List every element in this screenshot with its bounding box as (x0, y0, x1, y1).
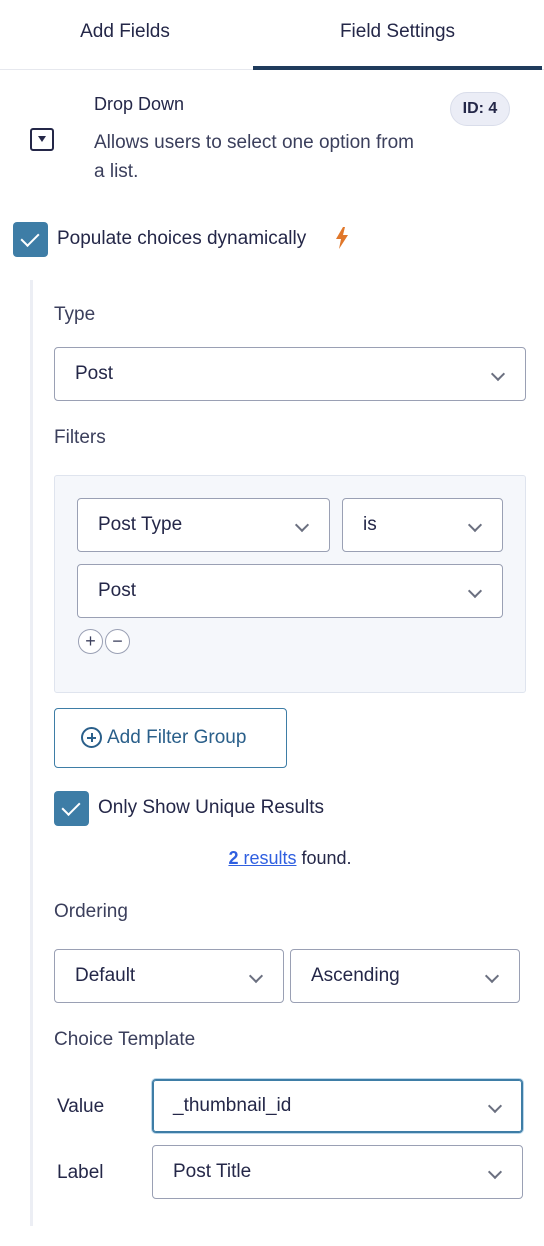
results-link[interactable]: 2 results (228, 848, 296, 868)
chevron-down-icon (294, 517, 310, 533)
field-description: Allows users to select one option from a… (94, 132, 414, 182)
template-value-label: Value (57, 1096, 105, 1117)
template-label-label: Label (57, 1162, 104, 1183)
results-suffix: found. (301, 848, 352, 868)
ordering-direction-value: Ascending (311, 965, 400, 986)
dropdown-field-icon (30, 128, 54, 151)
chevron-down-icon (467, 583, 483, 599)
template-value-select[interactable]: _thumbnail_id (152, 1079, 523, 1133)
populate-dynamically-label[interactable]: Populate choices dynamically (57, 228, 306, 250)
results-link-word: results (243, 848, 297, 868)
field-id-badge: ID: 4 (450, 92, 510, 126)
populate-dynamically-checkbox[interactable] (13, 222, 48, 257)
unique-results-checkbox[interactable] (54, 791, 89, 826)
settings-tabs: Add Fields Field Settings (0, 0, 544, 70)
chevron-down-icon (467, 517, 483, 533)
add-filter-button[interactable]: + (78, 629, 103, 654)
type-select[interactable]: Post (54, 347, 526, 401)
filter-value-value: Post (98, 580, 137, 601)
template-value-value: _thumbnail_id (173, 1095, 292, 1116)
settings-group-rule (30, 280, 33, 1226)
ordering-by-select[interactable]: Default (54, 949, 284, 1003)
add-filter-group-button[interactable]: Add Filter Group (54, 708, 287, 768)
ordering-direction-select[interactable]: Ascending (290, 949, 520, 1003)
filter-property-select[interactable]: Post Type (77, 498, 330, 552)
filters-label: Filters (54, 427, 106, 448)
choice-template-label: Choice Template (54, 1029, 196, 1050)
filter-value-select[interactable]: Post (77, 564, 503, 618)
template-label-select[interactable]: Post Title (152, 1145, 523, 1199)
active-tab-indicator (253, 66, 542, 70)
results-number: 2 (228, 848, 239, 868)
type-label: Type (54, 304, 96, 325)
remove-filter-button[interactable]: − (105, 629, 130, 654)
tab-field-settings[interactable]: Field Settings (253, 0, 542, 70)
chevron-down-icon (487, 1098, 503, 1114)
chevron-down-icon (484, 968, 500, 984)
ordering-label: Ordering (54, 901, 128, 922)
filter-property-value: Post Type (98, 514, 183, 535)
lightning-bolt-icon (336, 227, 348, 249)
chevron-down-icon (490, 366, 506, 382)
chevron-down-icon (487, 1164, 503, 1180)
template-label-value: Post Title (173, 1161, 252, 1182)
filter-operator-value: is (363, 514, 377, 535)
minus-icon: − (112, 631, 123, 651)
type-select-value: Post (75, 363, 114, 384)
tab-add-fields[interactable]: Add Fields (0, 0, 250, 70)
filter-operator-select[interactable]: is (342, 498, 503, 552)
chevron-down-icon (248, 968, 264, 984)
add-filter-group-label: Add Filter Group (107, 727, 247, 748)
plus-icon: + (85, 631, 96, 651)
ordering-by-value: Default (75, 965, 136, 986)
plus-circle-icon (81, 727, 102, 748)
results-count: 2 results found. (54, 848, 526, 869)
field-title: Drop Down (94, 94, 185, 114)
unique-results-label[interactable]: Only Show Unique Results (98, 797, 324, 819)
